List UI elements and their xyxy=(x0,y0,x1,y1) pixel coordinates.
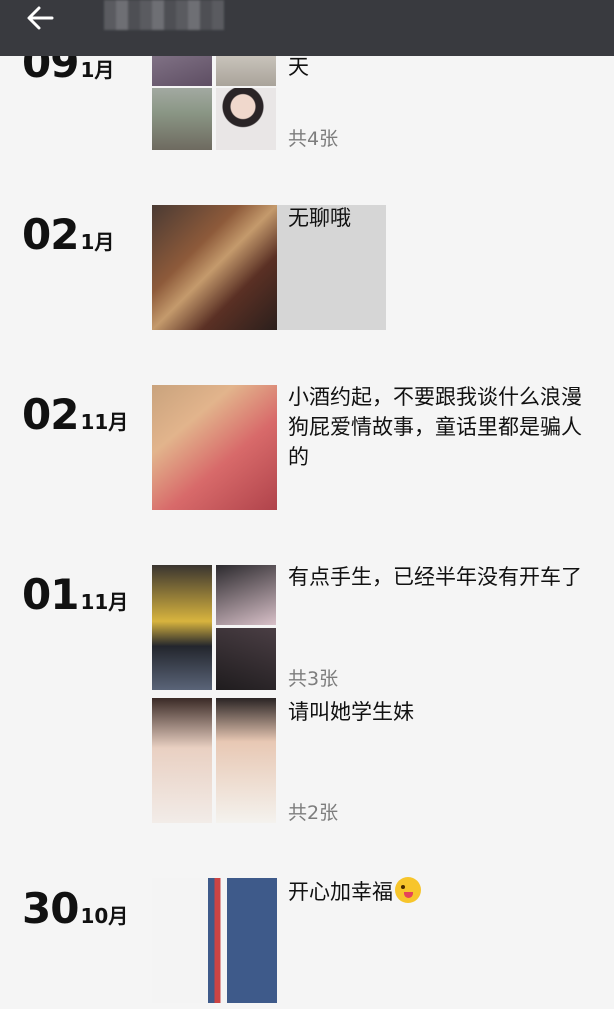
arrow-left-icon xyxy=(27,6,54,30)
post-month: 1月 xyxy=(80,58,115,82)
post-caption: 天 xyxy=(288,55,309,79)
photo-thumbnail[interactable] xyxy=(152,878,277,1003)
top-bar xyxy=(0,0,614,56)
moments-feed[interactable]: 09 1月 天 共4张 02 1月 无聊哦 02 11月 小酒约起，不要跟我谈什么浪漫… xyxy=(0,0,614,1009)
photo-thumbnail[interactable] xyxy=(152,565,212,690)
photo-count: 共4张 xyxy=(288,128,339,150)
post-date: 01 11月 xyxy=(22,574,128,616)
post-date: 30 10月 xyxy=(22,888,128,930)
photo-thumbnail[interactable] xyxy=(152,205,277,330)
winking-tongue-emoji-icon xyxy=(395,877,421,903)
post-day: 02 xyxy=(22,210,79,259)
post-caption: 请叫她学生妹 xyxy=(288,700,414,724)
photo-thumbnail[interactable] xyxy=(216,628,276,690)
post-caption: 有点手生，已经半年没有开车了 xyxy=(288,565,582,589)
back-button[interactable] xyxy=(18,0,66,36)
post-caption-text: 开心加幸福 xyxy=(288,880,393,904)
photo-thumbnail[interactable] xyxy=(216,88,276,150)
post-month: 11月 xyxy=(80,410,129,434)
photo-thumbnail[interactable] xyxy=(216,565,276,625)
post-date: 02 11月 xyxy=(22,394,128,436)
post-caption: 小酒约起，不要跟我谈什么浪漫狗屁爱情故事，童话里都是骗人的 xyxy=(288,385,582,469)
photo-thumbnail[interactable] xyxy=(152,698,212,823)
post-date: 02 1月 xyxy=(22,214,114,256)
post-day: 02 xyxy=(22,390,79,439)
post-day: 30 xyxy=(22,884,79,933)
photo-count: 共3张 xyxy=(288,668,339,690)
blurred-title xyxy=(104,0,224,30)
photo-count: 共2张 xyxy=(288,802,339,824)
post-caption: 开心加幸福 xyxy=(288,877,588,907)
post-caption: 无聊哦 xyxy=(288,206,351,230)
photo-thumbnail[interactable] xyxy=(216,698,276,823)
photo-thumbnail[interactable] xyxy=(152,385,277,510)
post-month: 11月 xyxy=(80,590,129,614)
post-day: 01 xyxy=(22,570,79,619)
post-month: 10月 xyxy=(80,904,129,928)
photo-thumbnail[interactable] xyxy=(152,88,212,150)
post-month: 1月 xyxy=(80,230,115,254)
